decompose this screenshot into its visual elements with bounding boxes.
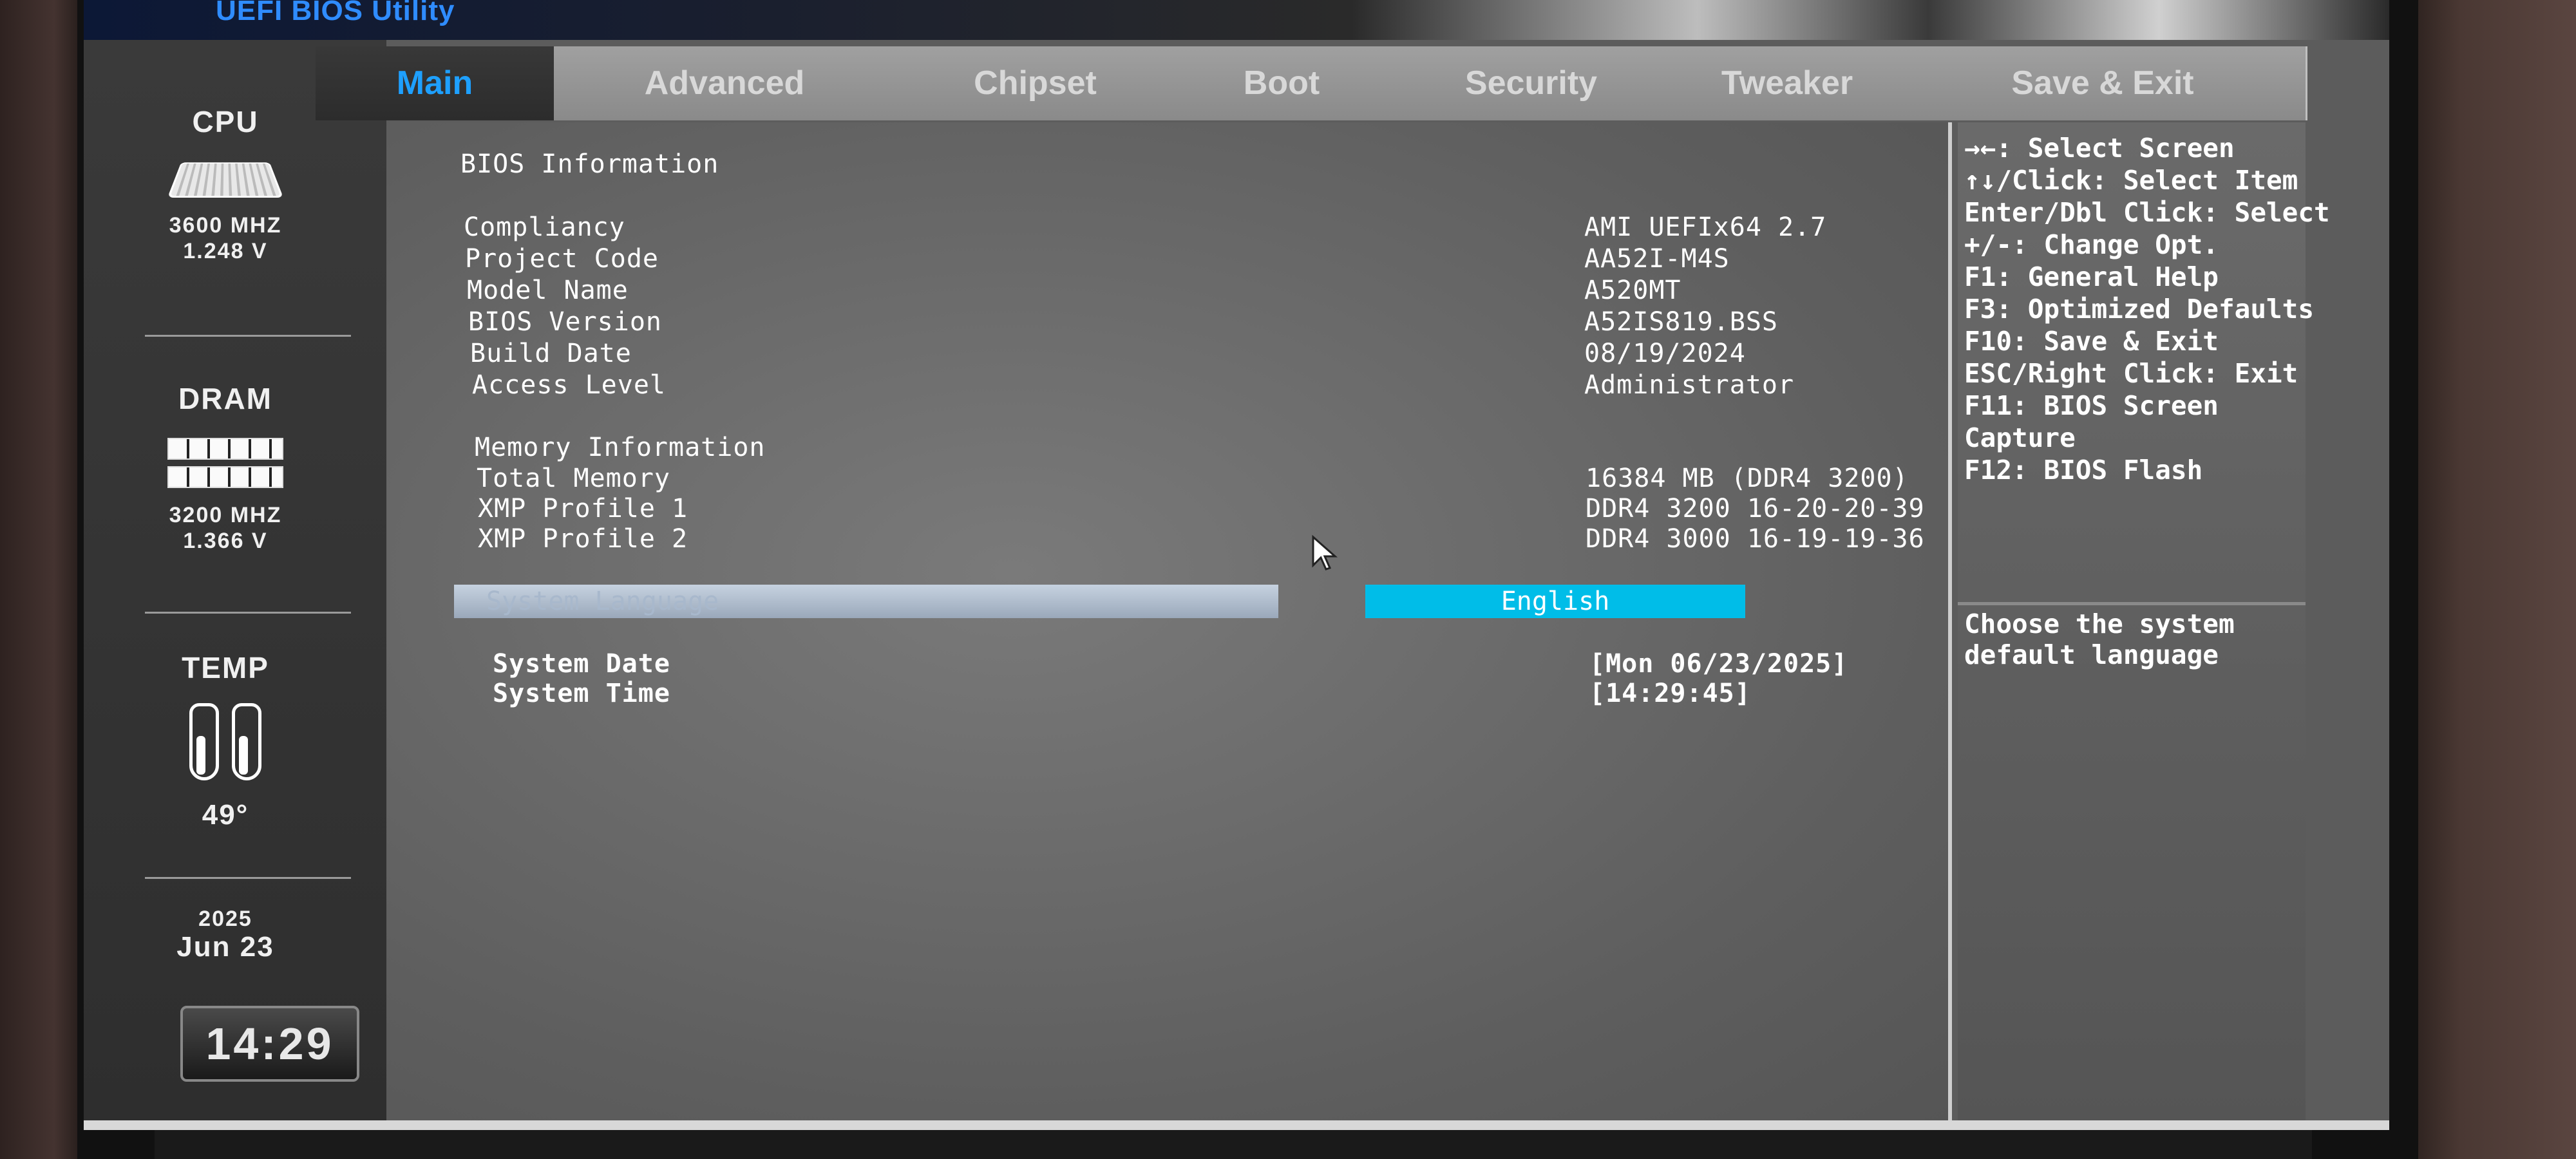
date-info: 2025 Jun 23 bbox=[84, 906, 367, 963]
system-language-value[interactable]: English bbox=[1365, 585, 1745, 618]
thermometer-icon bbox=[177, 703, 274, 787]
key-help-item: F12: BIOS Flash bbox=[1964, 455, 2203, 485]
cpu-frequency: 3600 MHZ bbox=[169, 213, 282, 238]
temp-value: 49° bbox=[202, 799, 249, 831]
xmp-profile-1-value: DDR4 3200 16-20-20-39 bbox=[1586, 494, 1925, 523]
tab-save-exit[interactable]: Save & Exit bbox=[1900, 46, 2307, 120]
build-date-label: Build Date bbox=[470, 339, 632, 368]
system-date-label: System Date bbox=[493, 649, 670, 679]
memory-info-header: Memory Information bbox=[475, 433, 766, 462]
key-help-item: →←: Select Screen bbox=[1964, 133, 2235, 164]
key-help-item: +/-: Change Opt. bbox=[1964, 229, 2219, 260]
key-help-item: F10: Save & Exit bbox=[1964, 326, 2219, 357]
monitor-bezel-bottom bbox=[155, 1130, 2312, 1159]
bottom-bar bbox=[84, 1120, 2389, 1130]
xmp-profile-2-value: DDR4 3000 16-19-19-36 bbox=[1586, 524, 1925, 554]
photo-background-left bbox=[0, 0, 90, 1159]
dram-title: DRAM bbox=[178, 382, 272, 415]
bios-version-value: A52IS819.BSS bbox=[1584, 307, 1778, 337]
compliancy-value: AMI UEFIx64 2.7 bbox=[1584, 212, 1827, 242]
system-time-label: System Time bbox=[493, 679, 670, 708]
total-memory-value: 16384 MB (DDR4 3200) bbox=[1586, 464, 1909, 493]
panel-divider bbox=[1948, 122, 1952, 1120]
help-divider bbox=[1958, 602, 2306, 605]
clock-display: 14:29 bbox=[180, 1006, 359, 1082]
sidebar-divider bbox=[145, 877, 351, 879]
cpu-info: CPU 3600 MHZ 1.248 V bbox=[84, 104, 367, 264]
access-level-label: Access Level bbox=[472, 370, 666, 400]
tab-bar: Main Advanced Chipset Boot Security Twea… bbox=[316, 40, 2307, 124]
xmp-profile-1-label: XMP Profile 1 bbox=[478, 494, 688, 523]
key-help-item: ↑↓/Click: Select Item bbox=[1964, 165, 2298, 196]
compliancy-label: Compliancy bbox=[464, 212, 625, 242]
temp-info: TEMP 49° bbox=[84, 650, 367, 831]
key-help-list: →←: Select Screen ↑↓/Click: Select Item … bbox=[1964, 132, 2330, 486]
status-sidebar: CPU 3600 MHZ 1.248 V DRAM 3200 MHZ 1.366… bbox=[84, 40, 386, 1130]
tab-main[interactable]: Main bbox=[316, 46, 556, 120]
dram-voltage: 1.366 V bbox=[183, 529, 268, 553]
tab-security[interactable]: Security bbox=[1388, 46, 1676, 120]
item-description: Choose the system default language bbox=[1964, 608, 2235, 670]
xmp-profile-2-label: XMP Profile 2 bbox=[478, 524, 688, 554]
sidebar-divider bbox=[145, 335, 351, 337]
key-help-item: ESC/Right Click: Exit bbox=[1964, 358, 2298, 389]
cpu-voltage: 1.248 V bbox=[183, 239, 268, 263]
bios-screen: UEFI BIOS Utility CPU 3600 MHZ 1.248 V D… bbox=[84, 0, 2389, 1130]
system-language-option[interactable]: System Language bbox=[454, 585, 1278, 618]
bios-version-label: BIOS Version bbox=[468, 307, 662, 337]
key-help-item: Capture bbox=[1964, 422, 2076, 453]
access-level-value: Administrator bbox=[1584, 370, 1795, 400]
total-memory-label: Total Memory bbox=[477, 464, 670, 493]
tab-tweaker[interactable]: Tweaker bbox=[1674, 46, 1902, 120]
tab-boot[interactable]: Boot bbox=[1175, 46, 1390, 120]
tab-chipset[interactable]: Chipset bbox=[895, 46, 1177, 120]
system-time-value[interactable]: [14:29:45] bbox=[1589, 679, 1751, 708]
bios-info-header: BIOS Information bbox=[460, 149, 719, 179]
key-help-item: F1: General Help bbox=[1964, 261, 2219, 292]
model-name-label: Model Name bbox=[467, 276, 629, 305]
main-content: BIOS Information Compliancy AMI UEFIx64 … bbox=[386, 122, 1951, 1120]
key-help-item: Enter/Dbl Click: Select bbox=[1964, 197, 2330, 228]
date-year: 2025 bbox=[198, 907, 252, 931]
header-strip: UEFI BIOS Utility bbox=[84, 0, 2389, 40]
project-code-label: Project Code bbox=[465, 244, 659, 274]
dram-stick-icon bbox=[167, 438, 283, 488]
temp-title: TEMP bbox=[182, 651, 269, 684]
dram-info: DRAM 3200 MHZ 1.366 V bbox=[84, 381, 367, 554]
app-title: UEFI BIOS Utility bbox=[216, 0, 455, 26]
system-date-value[interactable]: [Mon 06/23/2025] bbox=[1589, 649, 1848, 679]
dram-frequency: 3200 MHZ bbox=[169, 503, 282, 527]
cpu-chip-icon bbox=[167, 162, 284, 198]
date-day: Jun 23 bbox=[176, 931, 274, 963]
key-help-item: F3: Optimized Defaults bbox=[1964, 294, 2315, 325]
model-name-value: A520MT bbox=[1584, 276, 1681, 305]
help-panel: →←: Select Screen ↑↓/Click: Select Item … bbox=[1958, 122, 2330, 1120]
project-code-value: AA52I-M4S bbox=[1584, 244, 1730, 274]
key-help-item: F11: BIOS Screen bbox=[1964, 390, 2219, 421]
build-date-value: 08/19/2024 bbox=[1584, 339, 1746, 368]
tab-advanced[interactable]: Advanced bbox=[554, 46, 897, 120]
mouse-cursor-icon bbox=[1312, 534, 1338, 570]
sidebar-divider bbox=[145, 612, 351, 614]
